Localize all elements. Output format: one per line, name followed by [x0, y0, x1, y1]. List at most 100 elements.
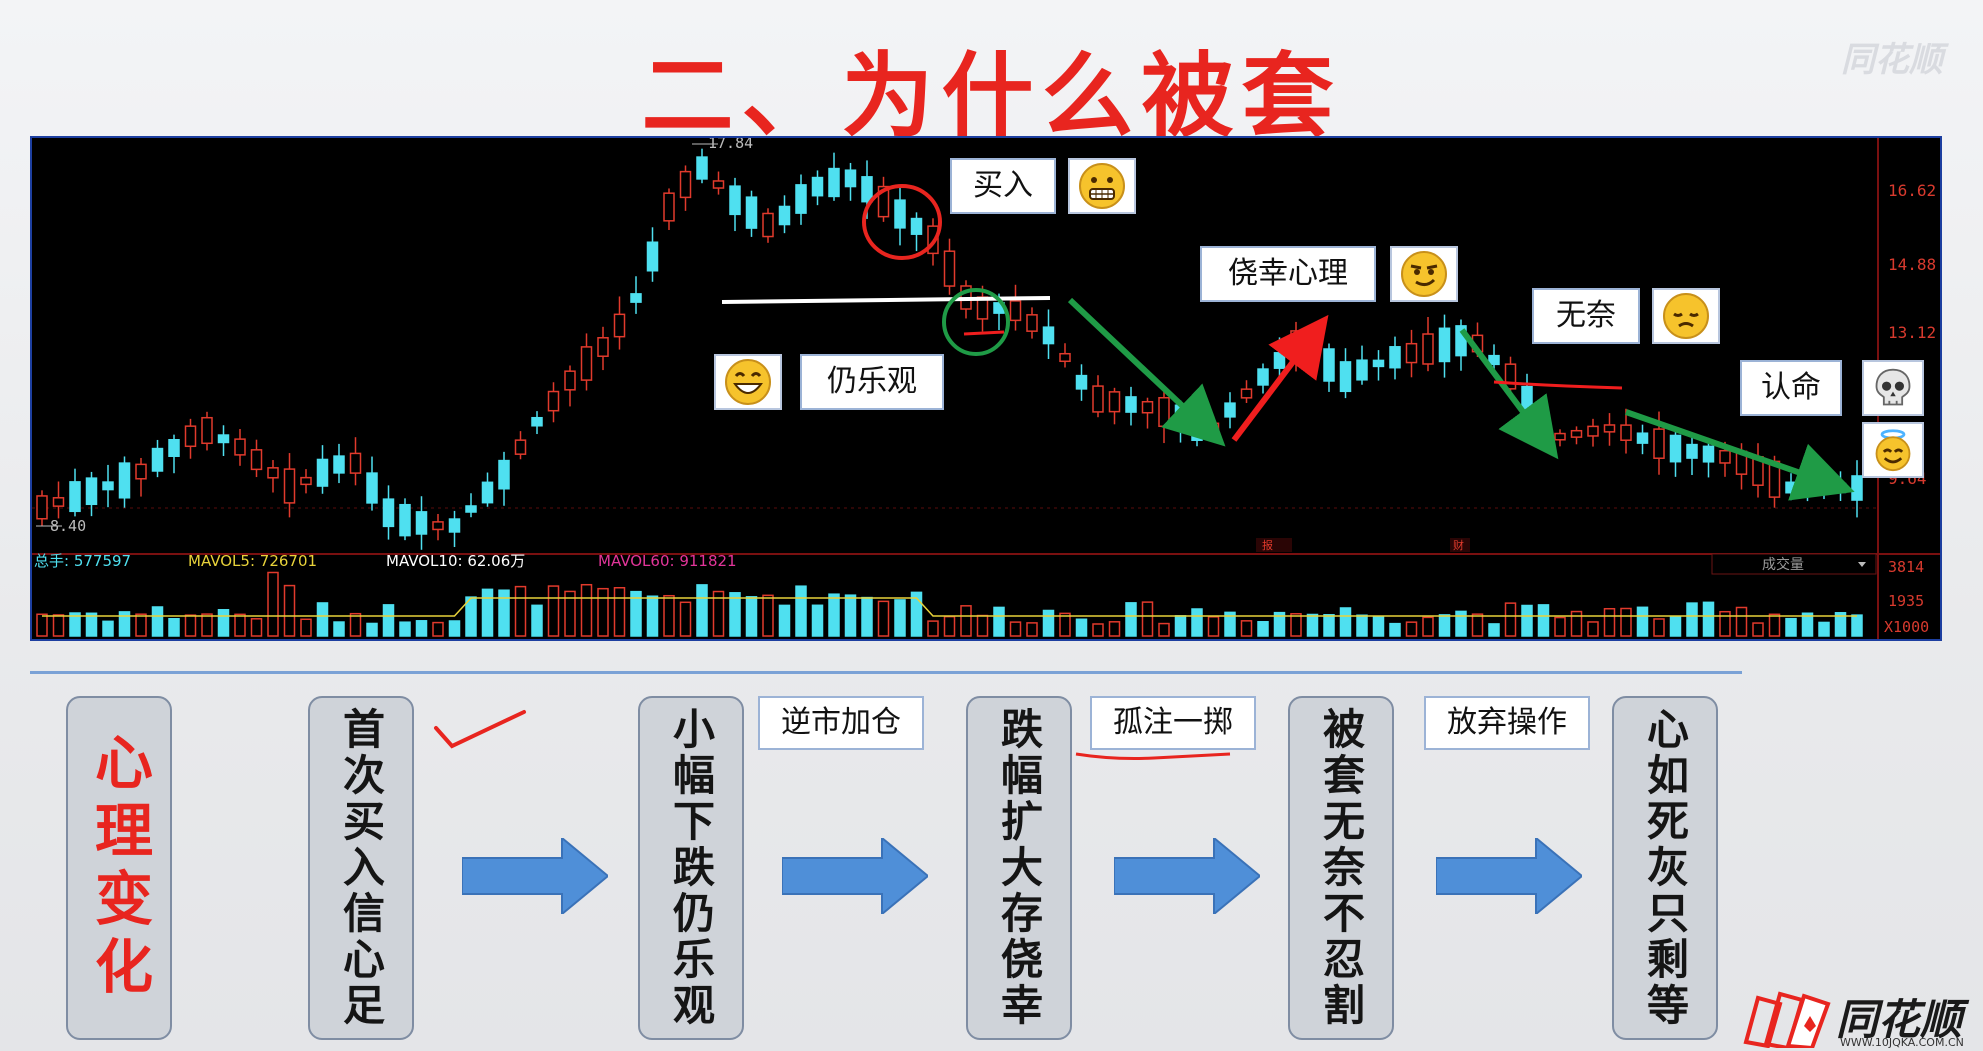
candle-body	[52, 497, 65, 507]
candle-body	[679, 170, 692, 199]
candle-body	[85, 477, 98, 506]
volume-bar	[168, 617, 180, 637]
volume-bar	[1603, 607, 1616, 637]
candle-body	[514, 439, 527, 455]
volume-bar	[151, 606, 164, 637]
volume-bar	[1026, 622, 1038, 637]
volume-bar	[316, 602, 329, 637]
volume-bar	[927, 620, 939, 637]
candle-body	[102, 481, 114, 491]
fluke-callout: 侥幸心理	[1200, 246, 1376, 302]
volume-bar	[1191, 608, 1203, 637]
candle-body	[1257, 368, 1269, 386]
candle-body	[300, 476, 312, 486]
card-fan-icon	[1743, 991, 1831, 1048]
pensive-icon	[1652, 288, 1720, 344]
candle-body	[1554, 432, 1566, 441]
candle-body	[168, 438, 180, 458]
volume-bar	[1042, 609, 1055, 637]
action-give-up: 放弃操作	[1424, 696, 1590, 750]
volume-bar	[217, 609, 230, 637]
volume-bar	[1570, 610, 1583, 637]
candle-body	[1075, 374, 1088, 390]
volume-tick-1: 3814	[1888, 558, 1924, 576]
candle-body	[1686, 443, 1698, 459]
mind-change-text: 心理变化	[85, 732, 153, 1004]
candle-body	[399, 503, 411, 537]
volume-bar	[1785, 617, 1797, 637]
volume-bar	[943, 615, 956, 637]
volume-bar	[679, 601, 692, 637]
candle-body	[646, 241, 659, 272]
volume-bar	[993, 606, 1005, 637]
volume-bar	[481, 588, 494, 637]
candle-body	[729, 185, 741, 216]
grinning-teeth-icon	[1068, 158, 1136, 214]
candle-body	[795, 184, 807, 214]
volume-bar	[333, 621, 345, 637]
candle-body	[1636, 432, 1649, 444]
candle-body	[1339, 361, 1352, 393]
candle-body	[432, 521, 444, 531]
candle-body	[547, 390, 560, 412]
volume-bar	[1257, 621, 1269, 637]
volume-bar	[1108, 621, 1121, 637]
volume-bar	[1851, 614, 1863, 637]
volume-bar	[1488, 623, 1500, 637]
volume-bar	[597, 587, 609, 637]
volume-bar	[1554, 616, 1566, 637]
candle-body	[531, 416, 543, 427]
stage-4: 被套无奈不忍割	[1288, 696, 1394, 1040]
volume-bar	[399, 621, 411, 637]
volume-bar	[1471, 613, 1484, 637]
volume-bar	[1207, 616, 1220, 637]
volume-bar	[1669, 615, 1682, 637]
candle-body	[1669, 434, 1682, 463]
volume-bar	[1521, 604, 1533, 637]
volume-bar	[663, 594, 675, 637]
candle-body	[580, 346, 593, 381]
candle-body	[1158, 396, 1170, 428]
price-tick-3: 13.12	[1888, 323, 1936, 342]
stage-1: 首次买入信心足	[308, 696, 414, 1040]
volume-bar	[1306, 613, 1319, 637]
volume-bar	[1620, 607, 1632, 637]
volume-bar	[514, 585, 527, 637]
ma-lines	[42, 597, 1857, 617]
candle-body	[1125, 396, 1137, 413]
volume-bar	[613, 587, 626, 637]
volume-bar	[1702, 601, 1715, 637]
volume-bar	[1059, 612, 1071, 637]
volume-bar	[1075, 618, 1088, 637]
candle-body	[1834, 482, 1847, 494]
candle-body	[811, 176, 824, 197]
candle-body	[778, 205, 791, 226]
volume-bar	[811, 604, 824, 637]
volume-bar	[976, 614, 989, 637]
candle-body	[663, 192, 675, 222]
candle-body	[1719, 449, 1731, 464]
volume-bar	[1752, 622, 1764, 637]
candle-body	[448, 518, 461, 533]
candle-body	[1851, 475, 1863, 501]
candle-body	[1141, 400, 1154, 414]
volume-bar	[1422, 616, 1434, 637]
volume-bar	[1653, 618, 1665, 637]
candle-body	[1389, 346, 1401, 369]
candle-body	[1240, 388, 1253, 399]
volume-bar	[465, 596, 477, 637]
candle-body	[1438, 327, 1451, 363]
volume-series	[36, 571, 1863, 637]
volume-bar	[135, 613, 147, 637]
volume-bar	[448, 620, 461, 637]
candle-body	[217, 434, 230, 444]
volume-bar	[547, 585, 560, 637]
brand-logo: 同花顺 WWW.10JQKA.COM.CN	[1736, 986, 1981, 1049]
candle-body	[415, 511, 428, 535]
volume-bar	[432, 621, 444, 637]
buy-callout: 买入	[950, 158, 1056, 214]
candle-body	[943, 250, 956, 287]
candle-body	[36, 495, 48, 520]
volume-bar	[1240, 620, 1253, 637]
price-tick-2: 14.88	[1888, 255, 1936, 274]
